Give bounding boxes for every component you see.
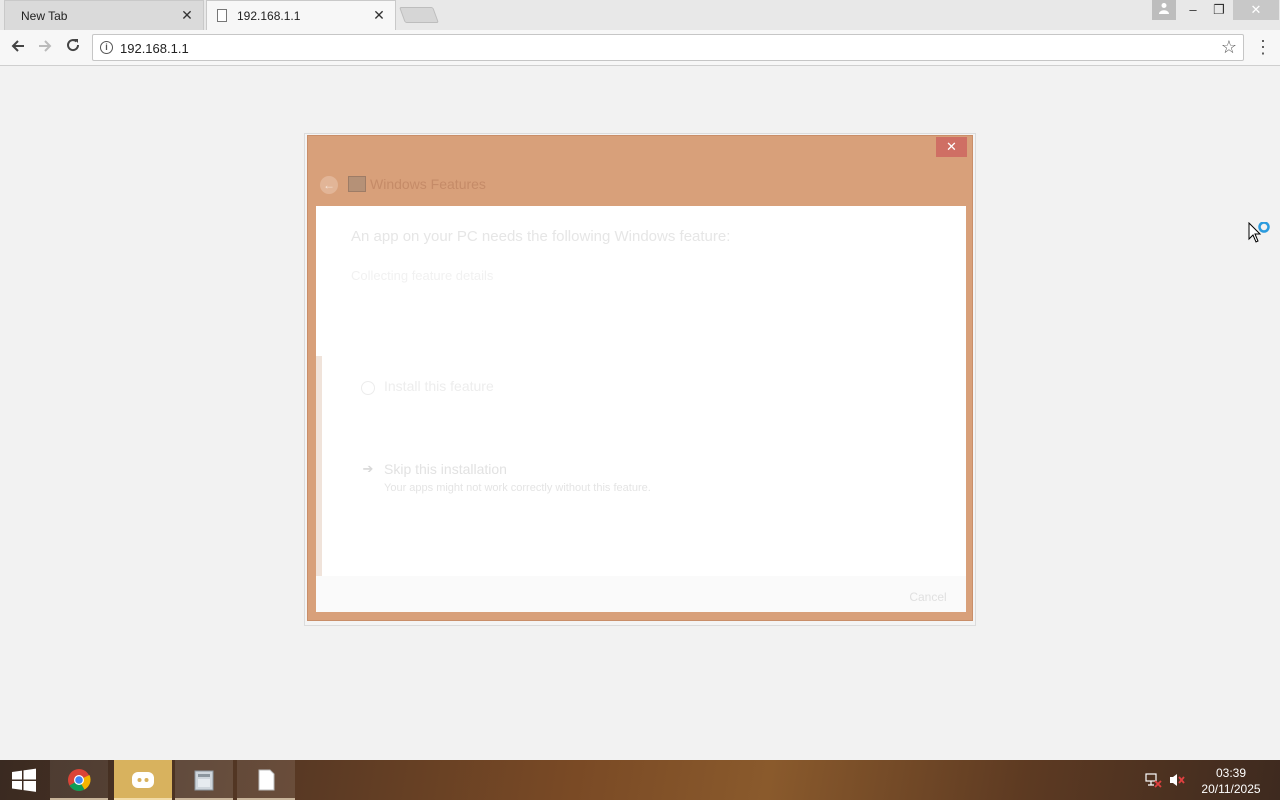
- clock-date: 20/11/2025: [1201, 782, 1261, 796]
- arrow-right-icon: ➔: [362, 461, 374, 476]
- arrow-right-icon: [39, 40, 52, 52]
- tab-label: New Tab: [21, 9, 68, 23]
- notepad-icon: [258, 769, 275, 791]
- info-icon[interactable]: i: [100, 41, 113, 54]
- taskbar: 03:39 20/11/2025: [0, 760, 1280, 800]
- minimize-button[interactable]: –: [1180, 0, 1206, 20]
- back-button[interactable]: [7, 37, 29, 59]
- explorer-icon: [194, 770, 214, 791]
- new-tab-button[interactable]: [399, 7, 439, 23]
- dialog-close-button[interactable]: ✕: [936, 137, 967, 157]
- back-arrow-icon[interactable]: ←: [320, 176, 338, 194]
- url-text[interactable]: 192.168.1.1: [120, 41, 189, 56]
- start-button[interactable]: [0, 760, 48, 800]
- cancel-button[interactable]: Cancel: [898, 586, 958, 608]
- tab-new-tab[interactable]: New Tab ✕: [4, 0, 204, 30]
- person-icon: [1159, 3, 1169, 14]
- windows-features-dialog: ✕ ← Windows Features An app on your PC n…: [307, 135, 973, 621]
- document-icon: [217, 9, 227, 22]
- windows-logo-icon: [12, 768, 36, 792]
- taskbar-chrome[interactable]: [50, 760, 108, 800]
- busy-cursor-icon: [1248, 222, 1270, 243]
- profile-button[interactable]: [1152, 0, 1176, 20]
- reload-button[interactable]: [62, 37, 84, 59]
- install-feature-option[interactable]: Install this feature: [384, 378, 494, 394]
- discord-icon: [132, 772, 154, 788]
- forward-button[interactable]: [34, 37, 56, 59]
- menu-icon[interactable]: ⋮: [1254, 38, 1272, 58]
- clock-time: 03:39: [1215, 766, 1247, 780]
- taskbar-clock[interactable]: 03:39 20/11/2025: [1196, 765, 1266, 797]
- volume-muted-icon[interactable]: [1168, 772, 1186, 788]
- taskbar-file-explorer[interactable]: [175, 760, 233, 800]
- close-tab-icon[interactable]: ✕: [371, 7, 387, 23]
- browser-titlebar: New Tab ✕ 192.168.1.1 ✕ – ❐ ✕: [0, 0, 1280, 30]
- reload-icon: [67, 39, 80, 52]
- taskbar-discord[interactable]: [114, 760, 172, 800]
- tab-label: 192.168.1.1: [237, 9, 301, 23]
- dialog-title: Windows Features: [370, 176, 486, 192]
- body-edge: [316, 356, 322, 596]
- network-disconnected-icon[interactable]: [1144, 772, 1162, 788]
- install-option-icon: [361, 381, 375, 395]
- taskbar-notepad[interactable]: [237, 760, 295, 800]
- arrow-left-icon: [11, 40, 24, 52]
- bookmark-star-icon[interactable]: ☆: [1221, 37, 1237, 58]
- skip-installation-option[interactable]: Skip this installation: [384, 461, 507, 477]
- windows-features-icon: [348, 176, 366, 192]
- chrome-icon: [68, 769, 91, 791]
- close-tab-icon[interactable]: ✕: [179, 7, 195, 23]
- tab-router[interactable]: 192.168.1.1 ✕: [206, 0, 396, 30]
- restore-button[interactable]: ❐: [1206, 0, 1232, 20]
- skip-installation-description: Your apps might not work correctly witho…: [384, 482, 651, 494]
- browser-toolbar: i 192.168.1.1 ☆ ⋮: [0, 30, 1280, 66]
- address-bar[interactable]: i 192.168.1.1 ☆: [92, 34, 1244, 61]
- dialog-body: An app on your PC needs the following Wi…: [316, 206, 966, 612]
- status-text: Collecting feature details: [351, 268, 494, 283]
- window-close-button[interactable]: ✕: [1233, 0, 1279, 20]
- dialog-heading: An app on your PC needs the following Wi…: [351, 228, 731, 245]
- dialog-footer: Cancel: [316, 576, 966, 612]
